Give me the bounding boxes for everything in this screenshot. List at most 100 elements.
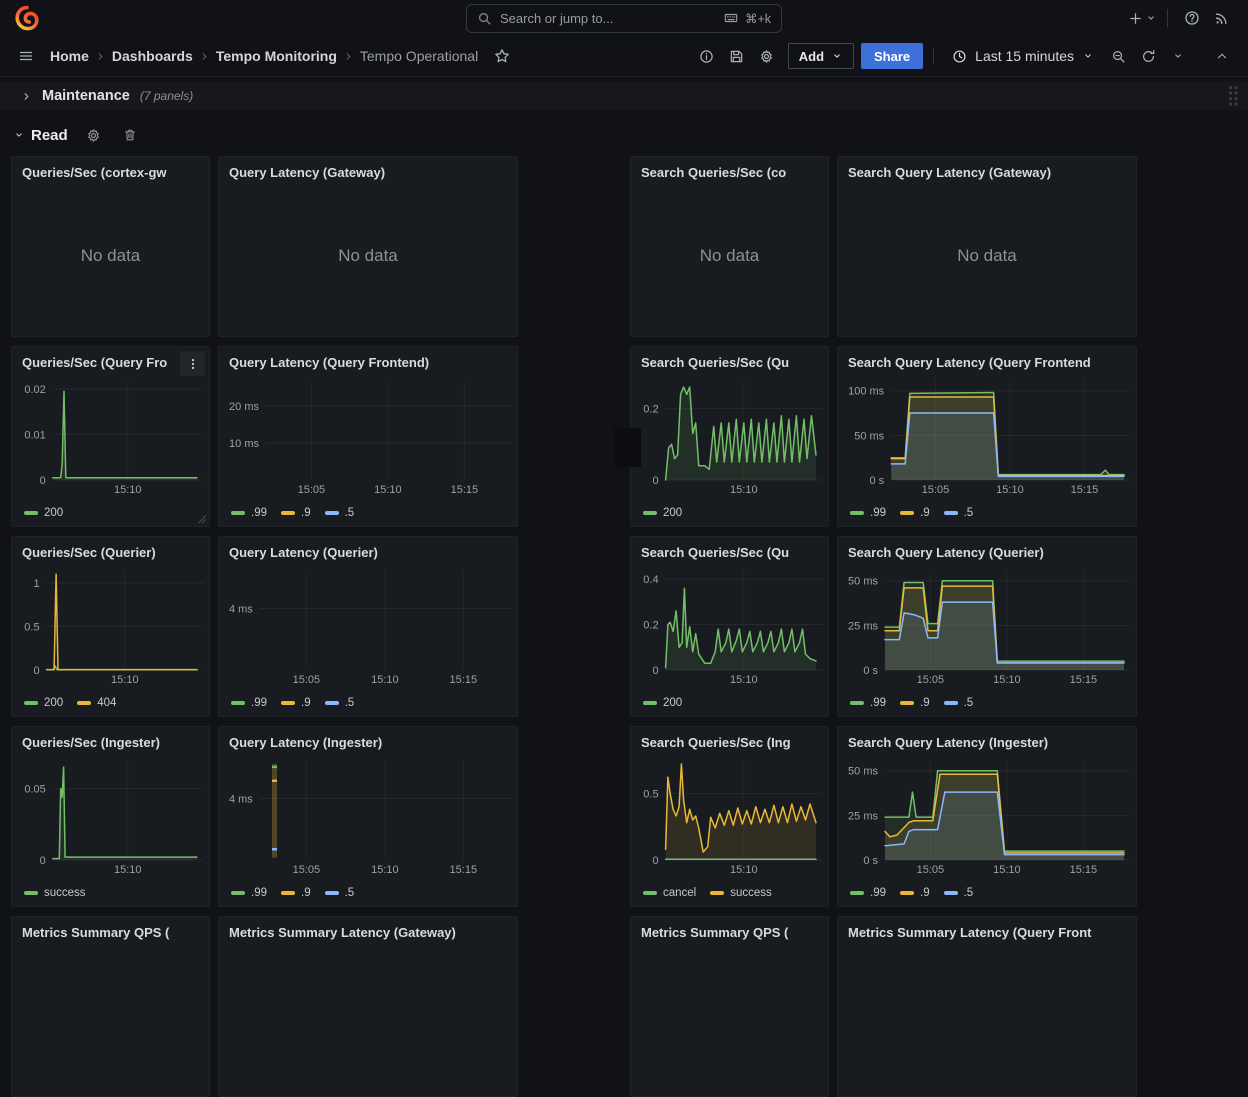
panel-chart[interactable]: 50 ms25 ms0 s15:0515:1015:15	[844, 564, 1132, 686]
collapse-toolbar-button[interactable]	[1208, 42, 1236, 70]
legend-label: 200	[663, 507, 682, 519]
chevron-up-icon	[1215, 49, 1229, 63]
panel-title[interactable]: Metrics Summary QPS (	[12, 917, 209, 942]
time-range-picker[interactable]: Last 15 minutes	[944, 42, 1102, 70]
panel-chart[interactable]: 0.2015:10	[637, 374, 824, 496]
search-shortcut: ⌘+k	[723, 11, 771, 26]
new-button[interactable]	[1128, 4, 1157, 32]
panel: Search Query Latency (Querier)50 ms25 ms…	[837, 536, 1137, 717]
panel-menu-button[interactable]	[180, 351, 205, 376]
legend-item[interactable]: .9	[281, 507, 311, 519]
x-axis-tick: 15:15	[1070, 864, 1098, 876]
legend-item[interactable]: .9	[900, 887, 930, 899]
legend-item[interactable]: .99	[850, 887, 886, 899]
legend-label: 200	[44, 697, 63, 709]
dashboard-settings-button[interactable]	[753, 42, 781, 70]
legend-item[interactable]: .5	[944, 507, 974, 519]
panel-chart[interactable]: 100 ms50 ms0 s15:0515:1015:15	[844, 374, 1132, 496]
panel-chart[interactable]: 0.020.01015:10	[18, 374, 205, 496]
panel-chart[interactable]: 0.05015:10	[18, 754, 205, 876]
breadcrumb-tempo-operational[interactable]: Tempo Operational	[360, 48, 478, 64]
add-button[interactable]: Add	[788, 43, 854, 69]
legend-item[interactable]: 200	[643, 507, 682, 519]
legend-label: .5	[345, 507, 355, 519]
favorite-button[interactable]	[488, 42, 516, 70]
panel-title[interactable]: Query Latency (Ingester)	[219, 727, 517, 752]
legend-item[interactable]: cancel	[643, 887, 696, 899]
legend-item[interactable]: .99	[850, 507, 886, 519]
legend-swatch	[77, 701, 91, 705]
legend-item[interactable]: .5	[325, 887, 355, 899]
panel-chart[interactable]: 50 ms25 ms0 s15:0515:1015:15	[844, 754, 1132, 876]
row-settings-button[interactable]	[84, 125, 104, 145]
panel-title[interactable]: Search Query Latency (Querier)	[838, 537, 1136, 562]
panel-title[interactable]: Search Queries/Sec (Ing	[631, 727, 828, 752]
breadcrumb-home[interactable]: Home	[50, 48, 89, 64]
legend-item[interactable]: .99	[231, 507, 267, 519]
legend-item[interactable]: .5	[944, 697, 974, 709]
panel-title[interactable]: Query Latency (Gateway)	[219, 157, 517, 182]
breadcrumb-dashboards[interactable]: Dashboards	[112, 48, 193, 64]
legend-item[interactable]: 200	[24, 697, 63, 709]
legend-item[interactable]: 200	[643, 697, 682, 709]
legend-item[interactable]: .9	[281, 697, 311, 709]
dashboard-info-button[interactable]	[693, 42, 721, 70]
legend-item[interactable]: .5	[325, 507, 355, 519]
panel-title[interactable]: Search Query Latency (Query Frontend	[838, 347, 1136, 372]
breadcrumb-tempo-monitoring[interactable]: Tempo Monitoring	[216, 48, 337, 64]
panel-chart[interactable]: 0.40.2015:10	[637, 564, 824, 686]
refresh-button[interactable]	[1134, 42, 1162, 70]
panel-title[interactable]: Query Latency (Query Frontend)	[219, 347, 517, 372]
panel-title[interactable]: Metrics Summary Latency (Query Front	[838, 917, 1136, 942]
refresh-interval-button[interactable]	[1164, 42, 1192, 70]
drag-handle-icon[interactable]	[1227, 85, 1240, 107]
panel-title[interactable]: Search Query Latency (Gateway)	[838, 157, 1136, 182]
news-button[interactable]	[1208, 4, 1236, 32]
share-button[interactable]: Share	[861, 43, 923, 69]
panel-chart[interactable]: 0.5015:10	[637, 754, 824, 876]
mega-menu-button[interactable]	[12, 42, 40, 70]
legend-item[interactable]: success	[24, 887, 86, 899]
panel-title[interactable]: Queries/Sec (cortex-gw	[12, 157, 209, 182]
panel-title[interactable]: Query Latency (Querier)	[219, 537, 517, 562]
legend-item[interactable]: 404	[77, 697, 116, 709]
search-placeholder: Search or jump to...	[500, 11, 715, 26]
x-axis-tick: 15:10	[114, 484, 142, 496]
panel-resize-handle[interactable]	[197, 514, 207, 524]
y-axis-tick: 1	[33, 578, 39, 590]
legend-item[interactable]: .99	[231, 887, 267, 899]
legend-item[interactable]: success	[710, 887, 772, 899]
save-dashboard-button[interactable]	[723, 42, 751, 70]
help-button[interactable]	[1178, 4, 1206, 32]
panel-title[interactable]: Search Queries/Sec (co	[631, 157, 828, 182]
row-delete-button[interactable]	[120, 125, 140, 145]
legend-item[interactable]: .99	[231, 697, 267, 709]
legend-item[interactable]: .9	[900, 507, 930, 519]
grafana-logo[interactable]	[12, 3, 42, 33]
panel-title[interactable]: Search Queries/Sec (Qu	[631, 347, 828, 372]
legend-item[interactable]: .9	[900, 697, 930, 709]
panel-title[interactable]: Search Queries/Sec (Qu	[631, 537, 828, 562]
legend-item[interactable]: .9	[281, 887, 311, 899]
search-input[interactable]: Search or jump to... ⌘+k	[466, 4, 782, 33]
panel-title[interactable]: Metrics Summary Latency (Gateway)	[219, 917, 517, 942]
x-axis-tick: 15:10	[730, 674, 758, 686]
legend-item[interactable]: 200	[24, 507, 63, 519]
panel-title[interactable]: Queries/Sec (Ingester)	[12, 727, 209, 752]
legend-item[interactable]: .5	[325, 697, 355, 709]
panel-title[interactable]: Search Query Latency (Ingester)	[838, 727, 1136, 752]
legend-swatch	[944, 701, 958, 705]
zoom-out-button[interactable]	[1104, 42, 1132, 70]
row-maintenance[interactable]: Maintenance (7 panels)	[0, 82, 1248, 110]
panel-grid-row: Metrics Summary QPS ( Metrics Summary Lat…	[11, 916, 1248, 1097]
panel-title[interactable]: Queries/Sec (Querier)	[12, 537, 209, 562]
gear-icon	[759, 49, 774, 64]
row-read-toggle[interactable]: Read	[13, 127, 68, 144]
panel-chart[interactable]: 4 ms15:0515:1015:15	[225, 564, 513, 686]
panel-chart[interactable]: 10.5015:10	[18, 564, 205, 686]
legend-item[interactable]: .99	[850, 697, 886, 709]
panel-chart[interactable]: 4 ms15:0515:1015:15	[225, 754, 513, 876]
panel-chart[interactable]: 20 ms10 ms15:0515:1015:15	[225, 374, 513, 496]
panel-title[interactable]: Metrics Summary QPS (	[631, 917, 828, 942]
legend-item[interactable]: .5	[944, 887, 974, 899]
